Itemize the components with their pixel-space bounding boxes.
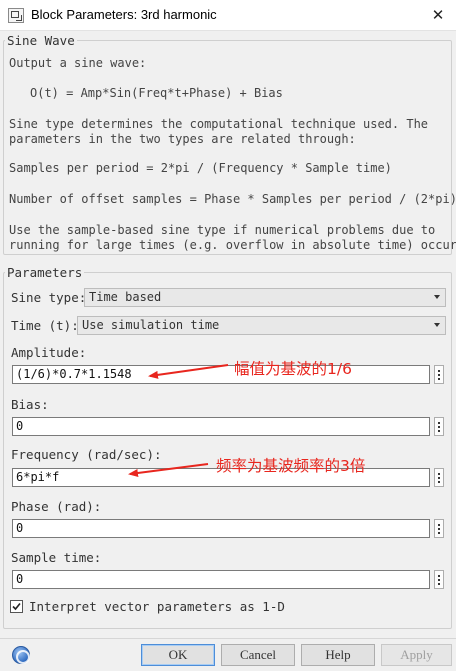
description-line: Number of offset samples = Phase * Sampl… xyxy=(9,192,456,206)
amplitude-label: Amplitude: xyxy=(11,345,87,360)
more-options-icon[interactable] xyxy=(434,570,444,589)
help-globe-icon[interactable] xyxy=(12,646,30,664)
frequency-label: Frequency (rad/sec): xyxy=(11,447,162,462)
bias-input[interactable]: 0 xyxy=(12,417,430,436)
time-label: Time (t): xyxy=(11,318,79,333)
description-line: Sine type determines the computational t… xyxy=(9,117,429,131)
description-line: Output a sine wave: xyxy=(9,56,147,70)
amplitude-annotation: 幅值为基波的1/6 xyxy=(234,360,352,378)
description-line: Use the sample-based sine type if numeri… xyxy=(9,223,436,237)
block-icon xyxy=(8,8,24,23)
phase-input[interactable]: 0 xyxy=(12,519,430,538)
more-options-icon[interactable] xyxy=(434,468,444,487)
frequency-annotation: 频率为基波频率的3倍 xyxy=(216,457,366,475)
sine-type-label: Sine type: xyxy=(11,290,87,305)
parameters-legend: Parameters xyxy=(7,265,83,280)
description-line: Samples per period = 2*pi / (Frequency *… xyxy=(9,161,392,175)
interpret-vector-label: Interpret vector parameters as 1-D xyxy=(29,599,285,614)
amplitude-input[interactable]: (1/6)*0.7*1.1548 xyxy=(12,365,430,384)
more-options-icon[interactable] xyxy=(434,365,444,384)
cancel-button[interactable]: Cancel xyxy=(221,644,295,666)
description-formula: O(t) = Amp*Sin(Freq*t+Phase) + Bias xyxy=(30,86,283,100)
ok-button[interactable]: OK xyxy=(141,644,215,666)
help-button[interactable]: Help xyxy=(301,644,375,666)
sample-time-label: Sample time: xyxy=(11,550,102,565)
interpret-vector-checkbox[interactable] xyxy=(10,600,23,613)
phase-label: Phase (rad): xyxy=(11,499,102,514)
sine-type-select[interactable]: Time based xyxy=(84,288,446,307)
time-select[interactable]: Use simulation time xyxy=(77,316,446,335)
close-button[interactable]: ✕ xyxy=(424,4,452,26)
more-options-icon[interactable] xyxy=(434,417,444,436)
time-value: Use simulation time xyxy=(82,318,220,332)
sample-time-input[interactable]: 0 xyxy=(12,570,430,589)
window-title: Block Parameters: 3rd harmonic xyxy=(31,7,217,22)
chevron-down-icon xyxy=(434,323,440,327)
chevron-down-icon xyxy=(434,295,440,299)
description-line: parameters in the two types are related … xyxy=(9,132,356,146)
bias-label: Bias: xyxy=(11,397,49,412)
title-bar: Block Parameters: 3rd harmonic ✕ xyxy=(0,0,456,31)
sine-type-value: Time based xyxy=(89,290,162,304)
checkmark-icon xyxy=(12,602,21,611)
description-legend: Sine Wave xyxy=(7,33,75,48)
more-options-icon[interactable] xyxy=(434,519,444,538)
description-line: running for large times (e.g. overflow i… xyxy=(9,238,456,252)
apply-button[interactable]: Apply xyxy=(381,644,452,666)
footer-divider xyxy=(0,638,456,639)
